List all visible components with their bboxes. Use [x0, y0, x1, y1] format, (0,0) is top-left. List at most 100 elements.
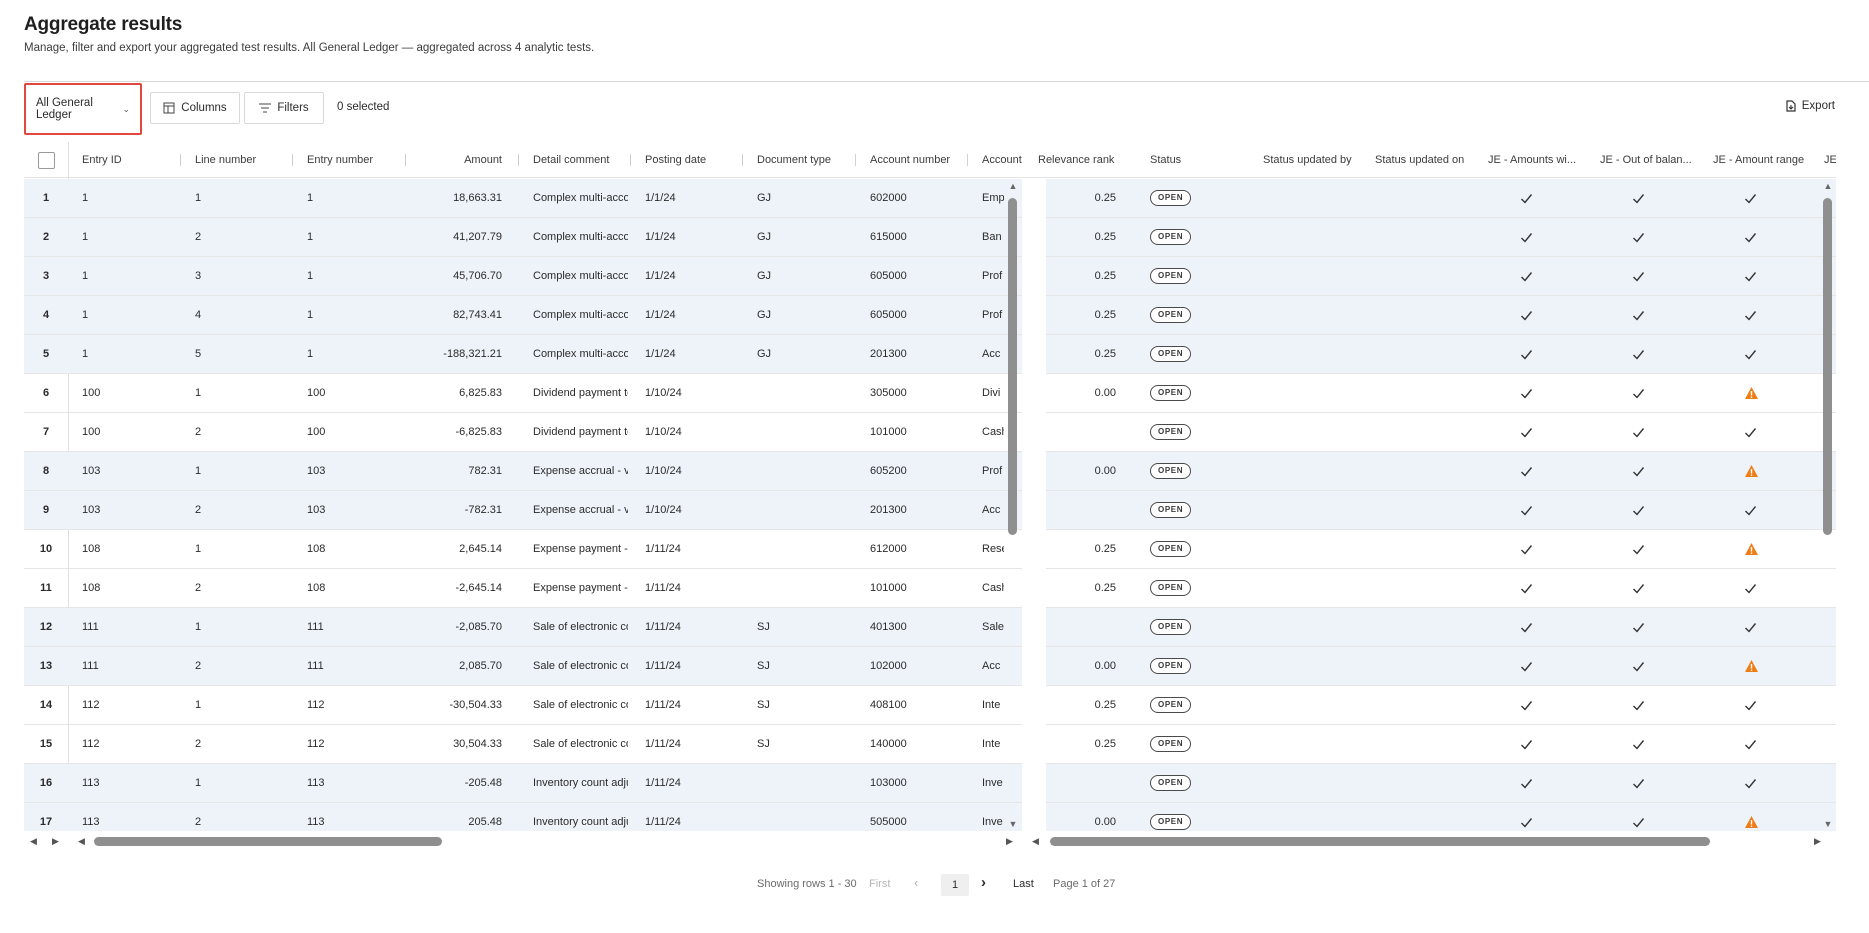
scroll-down-icon[interactable]: ▼	[1008, 819, 1018, 829]
status-badge[interactable]: OPEN	[1150, 502, 1192, 519]
status-badge[interactable]: OPEN	[1150, 385, 1192, 402]
last-page-button[interactable]: Last	[1013, 878, 1034, 890]
cell-amount: 205.48	[468, 816, 502, 828]
table-row[interactable]: 6 100 1 100 6,825.83 Dividend payment to 1/10/…	[24, 374, 1836, 413]
prev-page-icon[interactable]: ‹	[914, 875, 918, 890]
header-entry-id[interactable]: Entry ID	[82, 142, 182, 178]
status-badge[interactable]: OPEN	[1150, 190, 1192, 207]
column-resizer[interactable]	[855, 154, 856, 166]
status-badge[interactable]: OPEN	[1150, 424, 1192, 441]
column-resizer[interactable]	[292, 154, 293, 166]
table-row[interactable]: 11 108 2 108 -2,645.14 Expense payment - ve 1/…	[24, 569, 1836, 608]
table-row[interactable]: 16 113 1 113 -205.48 Inventory count adjus 1/1…	[24, 764, 1836, 803]
header-status-updated-by[interactable]: Status updated by	[1263, 142, 1363, 178]
cell-entry-id: 112	[82, 738, 100, 750]
cell-acct-no: 103000	[870, 777, 907, 789]
table-row[interactable]: 4 1 4 1 82,743.41 Complex multi-accou 1/1/24 GJ…	[24, 296, 1836, 335]
scroll-left-icon[interactable]: ◀	[1032, 834, 1039, 848]
scroll-left-icon[interactable]: ◀	[30, 834, 37, 848]
scroll-right-icon[interactable]: ▶	[1006, 834, 1013, 848]
status-badge[interactable]: OPEN	[1150, 814, 1192, 831]
scroll-thumb[interactable]	[94, 837, 442, 846]
column-resizer[interactable]	[405, 154, 406, 166]
table-row[interactable]: 17 113 2 113 205.48 Inventory count adjus 1/11…	[24, 803, 1836, 831]
status-badge[interactable]: OPEN	[1150, 229, 1192, 246]
header-line-number[interactable]: Line number	[195, 142, 295, 178]
cell-status: OPEN	[1150, 725, 1230, 763]
cell-test-result	[1632, 569, 1652, 607]
header-je-amount-range[interactable]: JE - Amount range	[1713, 142, 1813, 178]
table-row[interactable]: 8 103 1 103 782.31 Expense accrual - ver 1/10/…	[24, 452, 1836, 491]
scroll-up-icon[interactable]: ▲	[1823, 181, 1833, 191]
scroll-thumb[interactable]	[1823, 198, 1832, 535]
select-all-checkbox[interactable]	[38, 152, 55, 169]
status-badge[interactable]: OPEN	[1150, 580, 1192, 597]
header-je-out-of-balance[interactable]: JE - Out of balan...	[1600, 142, 1700, 178]
header-je-more[interactable]: JE -	[1824, 142, 1836, 178]
cell-rank: 0.25	[1094, 192, 1116, 204]
scroll-right-icon[interactable]: ▶	[1814, 834, 1821, 848]
scroll-thumb[interactable]	[1050, 837, 1710, 846]
status-badge[interactable]: OPEN	[1150, 541, 1192, 558]
status-badge[interactable]: OPEN	[1150, 268, 1192, 285]
header-entry-number[interactable]: Entry number	[307, 142, 407, 178]
table-row[interactable]: 9 103 2 103 -782.31 Expense accrual - ver 1/10…	[24, 491, 1836, 530]
status-badge[interactable]: OPEN	[1150, 775, 1192, 792]
table-row[interactable]: 14 112 1 112 -30,504.33 Sale of electronic co…	[24, 686, 1836, 725]
cell-entry-id: 1	[82, 192, 89, 204]
status-badge[interactable]: OPEN	[1150, 346, 1192, 363]
header-document-type[interactable]: Document type	[757, 142, 852, 178]
header-relevance-rank[interactable]: Relevance rank	[1038, 142, 1133, 178]
dataset-select[interactable]: All General Ledger ⌄	[24, 83, 142, 135]
table-row[interactable]: 7 100 2 100 -6,825.83 Dividend payment to 1/10…	[24, 413, 1836, 452]
column-resizer[interactable]	[518, 154, 519, 166]
table-row[interactable]: 3 1 3 1 45,706.70 Complex multi-accou 1/1/24 GJ…	[24, 257, 1836, 296]
status-badge[interactable]: OPEN	[1150, 463, 1192, 480]
column-resizer[interactable]	[967, 154, 968, 166]
table-row[interactable]: 13 111 2 111 2,085.70 Sale of electronic con 1…	[24, 647, 1836, 686]
scroll-down-icon[interactable]: ▼	[1823, 819, 1833, 829]
scroll-thumb[interactable]	[1008, 198, 1017, 535]
pinned-horizontal-scrollbar[interactable]: ◀ ▶	[24, 834, 84, 848]
current-page[interactable]: 1	[941, 874, 969, 896]
cell-date: 1/11/24	[645, 660, 681, 672]
header-status[interactable]: Status	[1150, 142, 1240, 178]
left-vertical-scrollbar[interactable]: ▲ ▼	[1006, 179, 1020, 831]
status-badge[interactable]: OPEN	[1150, 619, 1192, 636]
status-badge[interactable]: OPEN	[1150, 307, 1192, 324]
table-row[interactable]: 10 108 1 108 2,645.14 Expense payment - ve 1/1…	[24, 530, 1836, 569]
status-badge[interactable]: OPEN	[1150, 658, 1192, 675]
table-row[interactable]: 5 1 5 1 -188,321.21 Complex multi-accou 1/1/24…	[24, 335, 1836, 374]
header-account[interactable]: Account	[982, 142, 1024, 178]
filters-button[interactable]: Filters	[244, 92, 324, 124]
cell-detail: Complex multi-accou	[533, 192, 628, 204]
status-badge[interactable]: OPEN	[1150, 736, 1192, 753]
next-page-icon[interactable]: ›	[981, 874, 986, 891]
scroll-right-icon[interactable]: ▶	[52, 834, 59, 848]
columns-button[interactable]: Columns	[150, 92, 240, 124]
table-row[interactable]: 1 1 1 1 18,663.31 Complex multi-accou 1/1/24 GJ…	[24, 179, 1836, 218]
cell-test-result	[1520, 452, 1540, 490]
header-amount[interactable]: Amount	[420, 142, 502, 178]
header-detail-comment[interactable]: Detail comment	[533, 142, 629, 178]
header-je-amounts[interactable]: JE - Amounts wi...	[1488, 142, 1588, 178]
header-posting-date[interactable]: Posting date	[645, 142, 740, 178]
header-status-updated-on[interactable]: Status updated on	[1375, 142, 1475, 178]
column-resizer[interactable]	[630, 154, 631, 166]
table-row[interactable]: 12 111 1 111 -2,085.70 Sale of electronic con…	[24, 608, 1836, 647]
right-vertical-scrollbar[interactable]: ▲ ▼	[1821, 179, 1835, 831]
cell-entry-no: 1	[307, 192, 314, 204]
first-page-button[interactable]: First	[869, 878, 890, 890]
cell-test-result	[1744, 569, 1764, 607]
status-badge[interactable]: OPEN	[1150, 697, 1192, 714]
scroll-up-icon[interactable]: ▲	[1008, 181, 1018, 191]
export-button[interactable]: Export	[1785, 100, 1835, 112]
table-row[interactable]: 2 1 2 1 41,207.79 Complex multi-accou 1/1/24 GJ…	[24, 218, 1836, 257]
column-resizer[interactable]	[742, 154, 743, 166]
header-account-number[interactable]: Account number	[870, 142, 965, 178]
column-resizer[interactable]	[180, 154, 181, 166]
table-row[interactable]: 15 112 2 112 30,504.33 Sale of electronic con…	[24, 725, 1836, 764]
scroll-left-icon[interactable]: ◀	[78, 834, 85, 848]
left-horizontal-scrollbar[interactable]: ◀ ▶	[78, 834, 1022, 848]
right-horizontal-scrollbar[interactable]: ◀ ▶	[1032, 834, 1832, 848]
